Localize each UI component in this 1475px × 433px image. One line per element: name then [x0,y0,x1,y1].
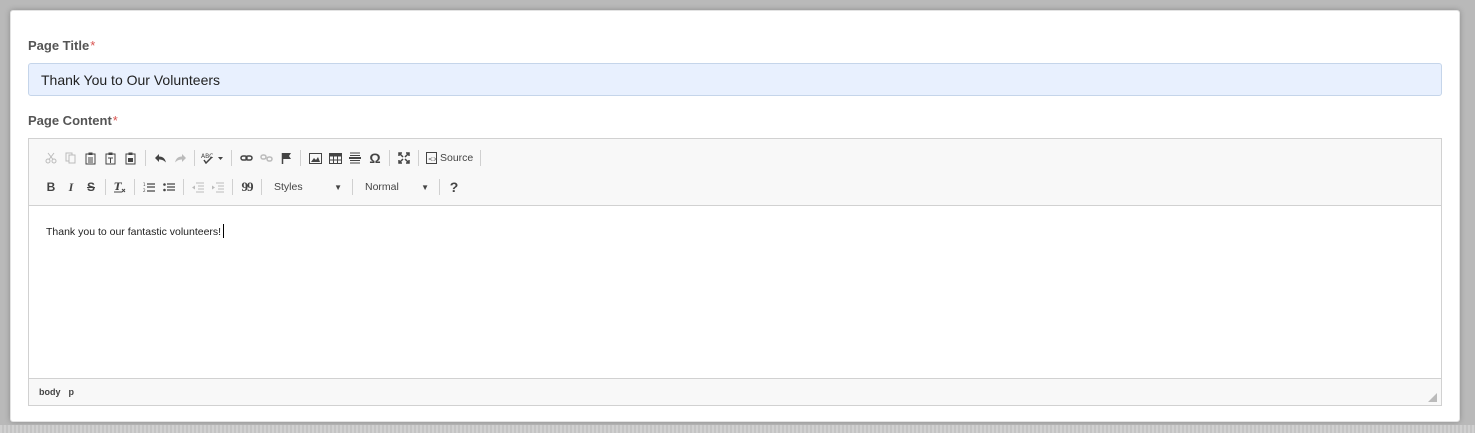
remove-format-icon[interactable]: T [110,177,130,197]
chevron-down-icon: ▼ [421,182,429,192]
cut-icon[interactable] [41,148,61,168]
paste-word-icon[interactable] [121,148,141,168]
maximize-icon[interactable] [394,148,414,168]
svg-text:1: 1 [143,182,146,187]
svg-text:<>: <> [428,156,437,163]
path-item-p[interactable]: p [69,387,75,397]
styles-dropdown[interactable]: Styles ▼ [266,177,348,197]
unlink-icon[interactable] [256,148,276,168]
image-icon[interactable] [305,148,325,168]
toolbar-separator [183,179,184,195]
spellcheck-icon[interactable]: ABC [199,148,227,168]
required-marker: * [90,38,96,53]
element-path: body p [39,387,82,397]
resize-handle-icon[interactable] [1428,393,1437,402]
source-button[interactable]: <> Source [423,148,476,168]
editor-toolbar: ABC Ω <> Source B I S T 1 2 99 Styles ▼ … [29,139,1441,206]
path-item-body[interactable]: body [39,387,61,397]
editor-statusbar: body p [29,378,1441,405]
format-dropdown[interactable]: Normal ▼ [357,177,435,197]
horizontal-rule-icon[interactable] [345,148,365,168]
toolbar-separator [418,150,419,166]
svg-text:2: 2 [143,188,146,193]
page-content-label: Page Content* [28,113,118,128]
toolbar-row-2: B I S T 12 99 Styles ▼ Normal ▼ ? [41,176,464,198]
numbered-list-icon[interactable]: 12 [139,177,159,197]
source-label: Source [440,152,474,164]
page-bottom-strip [0,425,1475,433]
outdent-icon[interactable] [188,177,208,197]
page-title-input[interactable] [28,63,1442,96]
styles-dropdown-value: Styles [274,181,303,193]
help-button[interactable]: ? [444,177,464,197]
format-dropdown-value: Normal [365,181,399,193]
link-icon[interactable] [236,148,256,168]
redo-icon[interactable] [170,148,190,168]
svg-text:T: T [114,182,123,193]
toolbar-separator [145,150,146,166]
table-icon[interactable] [325,148,345,168]
strikethrough-button[interactable]: S [81,177,101,197]
rich-text-editor: ABC Ω <> Source B I S T 1 2 99 Styles ▼ … [28,138,1442,406]
toolbar-separator [439,179,440,195]
editor-content-area[interactable]: Thank you to our fantastic volunteers! [29,206,1441,379]
toolbar-row-1: ABC Ω <> Source [41,147,485,169]
toolbar-separator [231,150,232,166]
page-form-panel: Page Title* Page Content* [10,10,1460,422]
toolbar-separator [105,179,106,195]
paste-icon[interactable] [81,148,101,168]
toolbar-separator [352,179,353,195]
toolbar-separator [261,179,262,195]
page-title-label: Page Title* [28,38,95,53]
bulleted-list-icon[interactable] [159,177,179,197]
toolbar-separator [300,150,301,166]
toolbar-separator [194,150,195,166]
page-content-label-text: Page Content [28,113,112,128]
required-marker: * [112,113,118,128]
indent-icon[interactable] [208,177,228,197]
text-cursor [223,224,225,238]
toolbar-separator [134,179,135,195]
chevron-down-icon: ▼ [334,182,342,192]
special-char-icon[interactable]: Ω [365,148,385,168]
blockquote-icon[interactable]: 99 [237,177,257,197]
undo-icon[interactable] [150,148,170,168]
copy-icon[interactable] [61,148,81,168]
bold-button[interactable]: B [41,177,61,197]
paste-text-icon[interactable] [101,148,121,168]
toolbar-separator [232,179,233,195]
source-icon: <> [426,152,437,164]
italic-button[interactable]: I [61,177,81,197]
page-title-label-text: Page Title [28,38,90,53]
toolbar-separator [480,150,482,166]
toolbar-separator [389,150,390,166]
editor-paragraph: Thank you to our fantastic volunteers! [46,226,222,238]
anchor-icon[interactable] [276,148,296,168]
